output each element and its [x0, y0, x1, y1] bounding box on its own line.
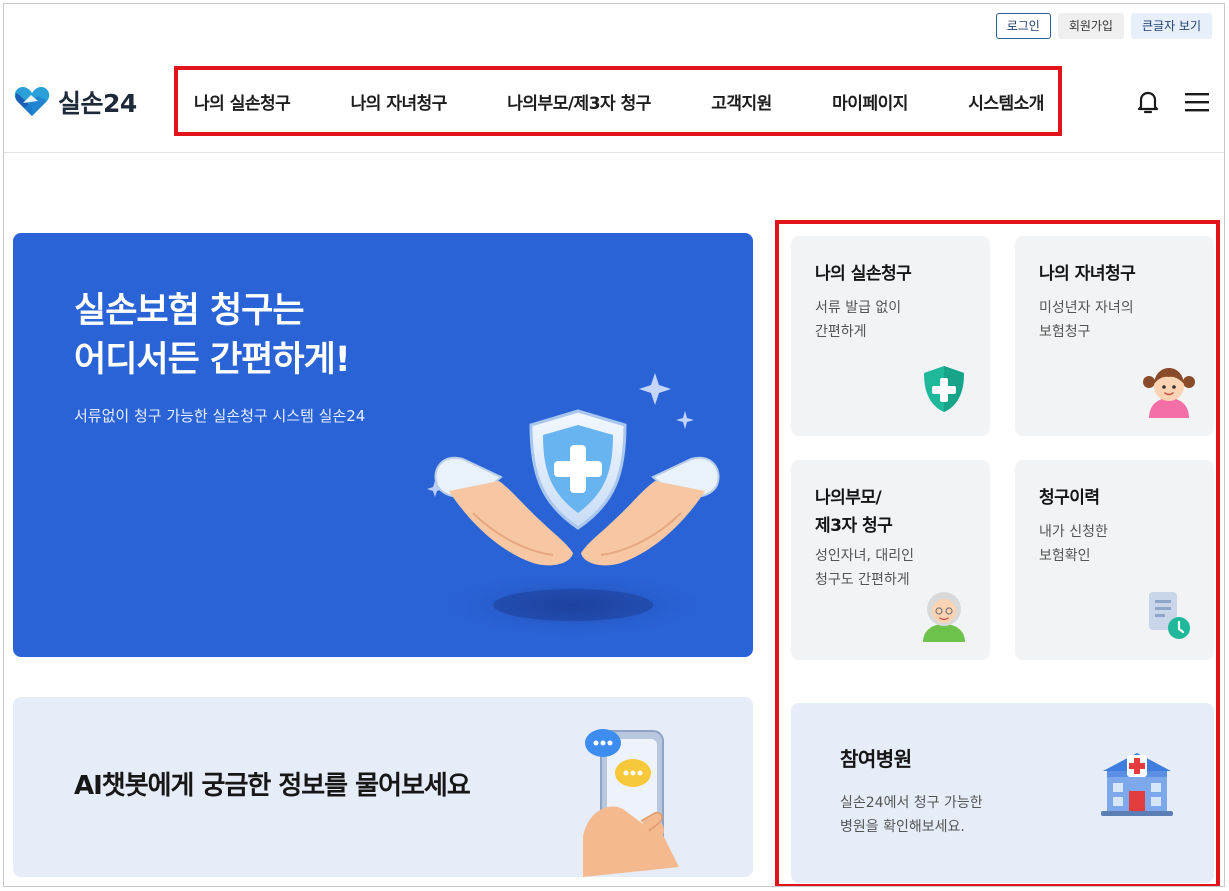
- ai-chatbot-banner[interactable]: AI챗봇에게 궁금한 정보를 물어보세요: [13, 697, 753, 877]
- card-title-line1: 나의부모/: [815, 488, 882, 508]
- utility-bar: 로그인 회원가입 큰글자 보기: [995, 13, 1212, 39]
- service-card-panel: 나의 실손청구 서류 발급 없이 간편하게 나의 자녀청구 미성년자 자녀의 보…: [775, 220, 1220, 886]
- header-icons: [1134, 88, 1210, 116]
- hamburger-menu-icon[interactable]: [1184, 91, 1210, 113]
- nav-item-parent-third-party-claim[interactable]: 나의부모/제3자 청구: [507, 89, 651, 114]
- document-clock-icon: [1149, 592, 1190, 639]
- join-button[interactable]: 회원가입: [1057, 13, 1124, 39]
- nav-item-system-intro[interactable]: 시스템소개: [968, 89, 1044, 114]
- card-child-claim[interactable]: 나의 자녀청구 미성년자 자녀의 보험청구: [1015, 236, 1214, 436]
- card-desc-line2: 보험청구: [1039, 324, 1091, 340]
- nav-item-customer-support[interactable]: 고객지원: [711, 89, 772, 114]
- card-title: 나의 자녀청구: [1039, 264, 1136, 284]
- bell-icon[interactable]: [1134, 88, 1162, 116]
- nav-item-child-claim[interactable]: 나의 자녀청구: [351, 89, 448, 114]
- card-claim-history[interactable]: 청구이력 내가 신청한 보험확인: [1015, 460, 1214, 660]
- main-navigation: 나의 실손청구 나의 자녀청구 나의부모/제3자 청구 고객지원 마이페이지 시…: [174, 66, 1062, 136]
- site-logo[interactable]: 실손24: [14, 84, 137, 120]
- nav-item-mypage[interactable]: 마이페이지: [832, 89, 908, 114]
- hero-subtitle: 서류없이 청구 가능한 실손청구 시스템 실손24: [74, 407, 366, 425]
- grandparent-icon: [923, 592, 965, 642]
- card-title-line2: 제3자 청구: [815, 516, 893, 536]
- nav-item-my-claim[interactable]: 나의 실손청구: [194, 89, 291, 114]
- child-icon: [1143, 368, 1195, 418]
- card-parent-third-party-claim[interactable]: 나의부모/ 제3자 청구 성인자녀, 대리인 청구도 간편하게: [791, 460, 990, 660]
- card-title: 참여병원: [840, 747, 912, 771]
- hero-banner[interactable]: 실손보험 청구는 어디서든 간편하게! 서류없이 청구 가능한 실손청구 시스템…: [13, 233, 753, 657]
- large-text-button[interactable]: 큰글자 보기: [1130, 13, 1212, 39]
- phone-chat-illustration: [583, 729, 679, 877]
- card-desc-line2: 보험확인: [1039, 548, 1091, 564]
- chatbot-text: AI챗봇에게 궁금한 정보를 물어보세요: [74, 771, 471, 801]
- card-desc-line2: 청구도 간편하게: [815, 572, 910, 588]
- card-title: 청구이력: [1039, 488, 1100, 508]
- card-desc-line2: 병원을 확인해보세요.: [840, 819, 965, 835]
- shield-plus-icon: [924, 366, 964, 412]
- heart-logo-icon: [14, 87, 50, 116]
- card-my-claim[interactable]: 나의 실손청구 서류 발급 없이 간편하게: [791, 236, 990, 436]
- hero-title-line1: 실손보험 청구는: [74, 291, 305, 331]
- hero-title: 실손보험 청구는 어디서든 간편하게!: [74, 287, 351, 385]
- page-frame: 로그인 회원가입 큰글자 보기 실손24 나의 실손청구 나의 자녀청구 나의부…: [3, 3, 1225, 887]
- card-title: 나의부모/ 제3자 청구: [815, 484, 893, 540]
- card-desc-line1: 실손24에서 청구 가능한: [840, 795, 983, 811]
- logo-text: 실손24: [58, 89, 137, 118]
- hands-shield-illustration: [427, 373, 720, 639]
- login-button[interactable]: 로그인: [995, 13, 1051, 39]
- card-desc-line1: 성인자녀, 대리인: [815, 548, 915, 564]
- header-divider: [4, 152, 1224, 153]
- card-desc-line2: 간편하게: [815, 324, 867, 340]
- card-desc-line1: 미성년자 자녀의: [1039, 300, 1134, 316]
- hospital-icon: [1101, 753, 1173, 816]
- card-desc-line1: 서류 발급 없이: [815, 300, 902, 316]
- card-title: 나의 실손청구: [815, 264, 912, 284]
- hero-title-line2: 어디서든 간편하게!: [74, 340, 351, 380]
- card-participating-hospitals[interactable]: 참여병원 실손24에서 청구 가능한 병원을 확인해보세요.: [791, 703, 1214, 883]
- card-desc-line1: 내가 신청한: [1039, 524, 1108, 540]
